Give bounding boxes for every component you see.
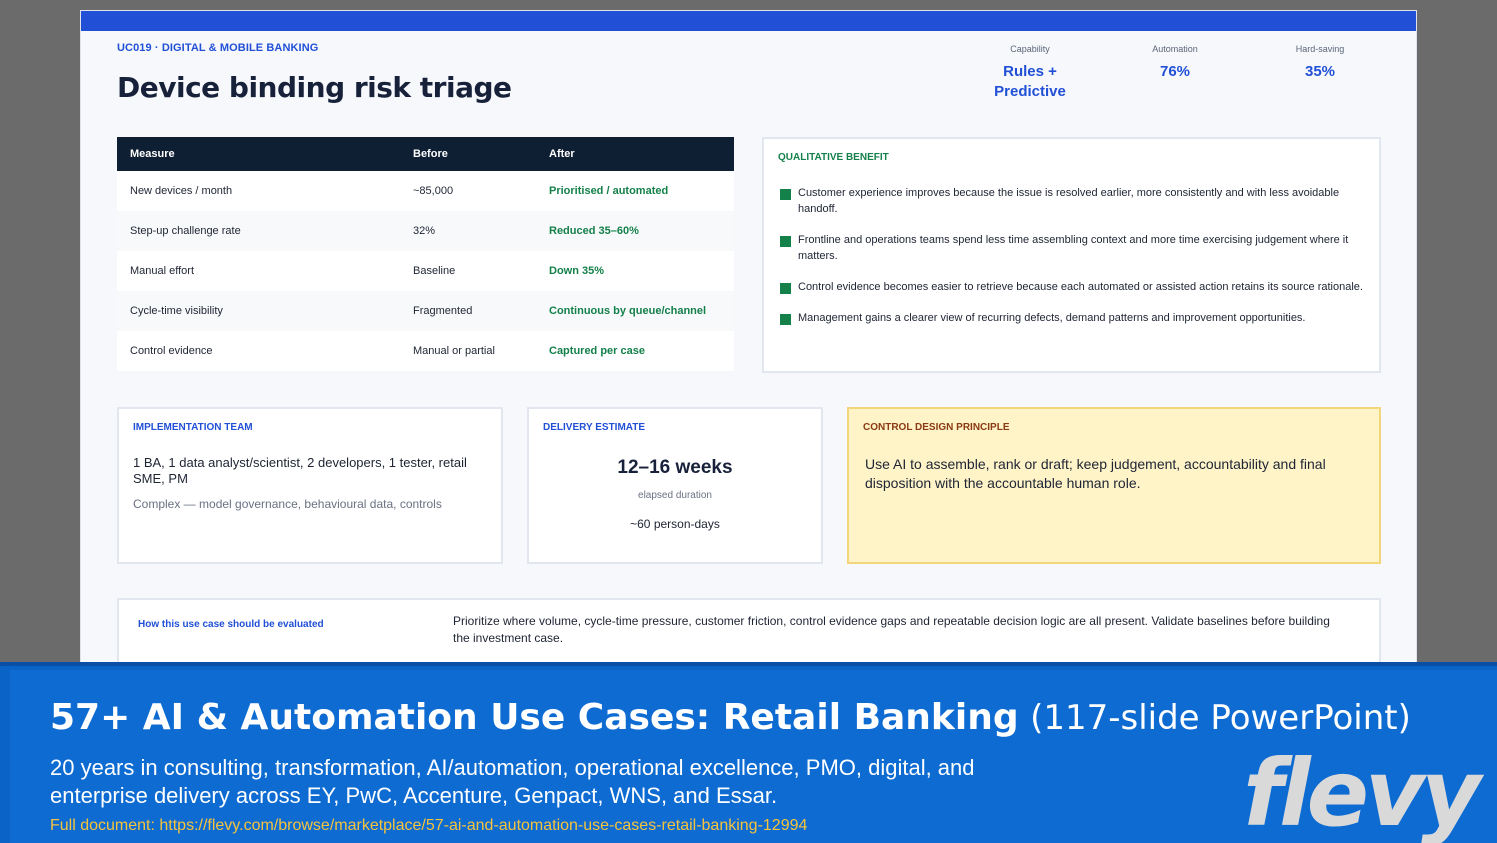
promo-title-main: 57+ AI & Automation Use Cases: Retail Ba…: [50, 697, 1019, 738]
metric-value: 35%: [1304, 63, 1336, 80]
benefit-list: Customer experience improves because the…: [780, 185, 1370, 341]
column-header-measure: Measure: [117, 137, 400, 171]
table-header-row: Measure Before After: [117, 137, 734, 171]
evaluation-label: How this use case should be evaluated: [138, 619, 324, 630]
column-header-before: Before: [400, 137, 536, 171]
qualitative-benefit-card: QUALITATIVE BENEFIT Customer experience …: [762, 137, 1381, 373]
delivery-duration-label: elapsed duration: [638, 490, 712, 501]
delivery-estimate-card: DELIVERY ESTIMATE 12–16 weeks elapsed du…: [527, 407, 823, 564]
cell-before: Manual or partial: [400, 331, 536, 371]
metric-value: 76%: [1159, 63, 1191, 80]
delivery-effort: ~60 person-days: [630, 517, 720, 531]
cell-measure: Cycle-time visibility: [117, 291, 400, 331]
cell-measure: Manual effort: [117, 251, 400, 291]
slide: UC019 · DIGITAL & MOBILE BANKING Device …: [80, 10, 1417, 670]
cell-after: Reduced 35–60%: [536, 211, 734, 251]
square-bullet-icon: [780, 314, 791, 325]
cell-before: Baseline: [400, 251, 536, 291]
control-design-principle-text: Use AI to assemble, rank or draft; keep …: [865, 456, 1326, 491]
cell-before: ~85,000: [400, 171, 536, 211]
promo-footer-panel: 57+ AI & Automation Use Cases: Retail Ba…: [10, 670, 1497, 843]
metric-label: Hard-saving: [1295, 44, 1345, 54]
promo-document-link[interactable]: Full document: https://flevy.com/browse/…: [50, 817, 807, 835]
metric-hard-saving: Hard-saving 35%: [1260, 44, 1380, 82]
cell-measure: New devices / month: [117, 171, 400, 211]
benefit-text: Frontline and operations teams spend les…: [798, 234, 1349, 262]
measures-table: Measure Before After New devices / month…: [117, 137, 734, 371]
promo-title-subtitle: (117-slide PowerPoint): [1030, 698, 1411, 738]
promo-footer: 57+ AI & Automation Use Cases: Retail Ba…: [0, 662, 1497, 843]
benefit-item: Frontline and operations teams spend les…: [780, 232, 1370, 264]
benefit-item: Management gains a clearer view of recur…: [780, 310, 1370, 326]
column-header-after: After: [536, 137, 734, 171]
metric-label: Capability: [1010, 44, 1050, 54]
cell-after: Down 35%: [536, 251, 734, 291]
square-bullet-icon: [780, 236, 791, 247]
delivery-estimate-heading: DELIVERY ESTIMATE: [543, 422, 646, 433]
benefit-text: Control evidence becomes easier to retri…: [798, 281, 1363, 293]
benefit-item: Customer experience improves because the…: [780, 185, 1370, 217]
cell-before: Fragmented: [400, 291, 536, 331]
benefit-text: Management gains a clearer view of recur…: [798, 312, 1306, 324]
square-bullet-icon: [780, 283, 791, 294]
evaluation-text: Prioritize where volume, cycle-time pres…: [453, 614, 1330, 645]
square-bullet-icon: [780, 189, 791, 200]
qualitative-benefit-heading: QUALITATIVE BENEFIT: [778, 152, 889, 163]
metric-automation: Automation 76%: [1115, 44, 1235, 82]
benefit-text: Customer experience improves because the…: [798, 187, 1340, 215]
implementation-team-heading: IMPLEMENTATION TEAM: [133, 422, 253, 433]
cell-after: Continuous by queue/channel: [536, 291, 734, 331]
evaluation-card: How this use case should be evaluated Pr…: [117, 598, 1381, 669]
benefit-item: Control evidence becomes easier to retri…: [780, 279, 1370, 295]
cell-measure: Control evidence: [117, 331, 400, 371]
team-complexity: Complex — model governance, behavioural …: [133, 497, 442, 511]
metric-value: Rules + Predictive: [994, 63, 1066, 100]
metric-label: Automation: [1152, 44, 1198, 54]
slide-top-bar: [81, 11, 1416, 31]
use-case-eyebrow: UC019 · DIGITAL & MOBILE BANKING: [117, 42, 319, 54]
promo-title: 57+ AI & Automation Use Cases: Retail Ba…: [50, 697, 1411, 738]
control-design-principle-card: CONTROL DESIGN PRINCIPLE Use AI to assem…: [847, 407, 1381, 564]
cell-before: 32%: [400, 211, 536, 251]
table-row: New devices / month ~85,000 Prioritised …: [117, 171, 734, 211]
table-row: Manual effort Baseline Down 35%: [117, 251, 734, 291]
cell-after: Captured per case: [536, 331, 734, 371]
team-members: 1 BA, 1 data analyst/scientist, 2 develo…: [133, 455, 467, 486]
table-row: Cycle-time visibility Fragmented Continu…: [117, 291, 734, 331]
slide-title: Device binding risk triage: [117, 71, 512, 104]
flevy-logo: flevy: [1243, 740, 1481, 843]
promo-description: 20 years in consulting, transformation, …: [50, 755, 975, 808]
cell-after: Prioritised / automated: [536, 171, 734, 211]
implementation-team-card: IMPLEMENTATION TEAM 1 BA, 1 data analyst…: [117, 407, 503, 564]
table-row: Control evidence Manual or partial Captu…: [117, 331, 734, 371]
cell-measure: Step-up challenge rate: [117, 211, 400, 251]
metric-capability: Capability Rules + Predictive: [970, 44, 1090, 102]
delivery-duration: 12–16 weeks: [617, 457, 733, 478]
control-design-principle-heading: CONTROL DESIGN PRINCIPLE: [863, 422, 1010, 433]
table-row: Step-up challenge rate 32% Reduced 35–60…: [117, 211, 734, 251]
